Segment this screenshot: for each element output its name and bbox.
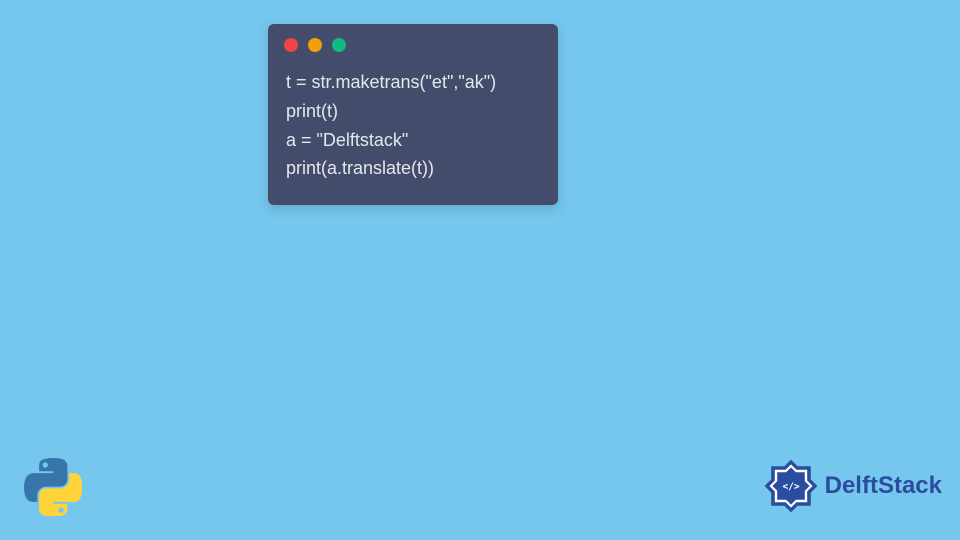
code-window: t = str.maketrans("et","ak") print(t) a … bbox=[268, 24, 558, 205]
brand-logo-icon: </> bbox=[761, 456, 821, 516]
code-line: print(a.translate(t)) bbox=[286, 158, 434, 178]
svg-text:</>: </> bbox=[782, 482, 800, 493]
python-logo-icon bbox=[24, 458, 82, 516]
code-block: t = str.maketrans("et","ak") print(t) a … bbox=[268, 60, 558, 205]
code-line: t = str.maketrans("et","ak") bbox=[286, 72, 496, 92]
minimize-icon bbox=[308, 38, 322, 52]
window-controls bbox=[268, 24, 558, 60]
code-line: a = "Delftstack" bbox=[286, 130, 408, 150]
maximize-icon bbox=[332, 38, 346, 52]
code-line: print(t) bbox=[286, 101, 338, 121]
brand: </> DelftStack bbox=[761, 456, 942, 516]
close-icon bbox=[284, 38, 298, 52]
brand-name: DelftStack bbox=[825, 472, 942, 500]
